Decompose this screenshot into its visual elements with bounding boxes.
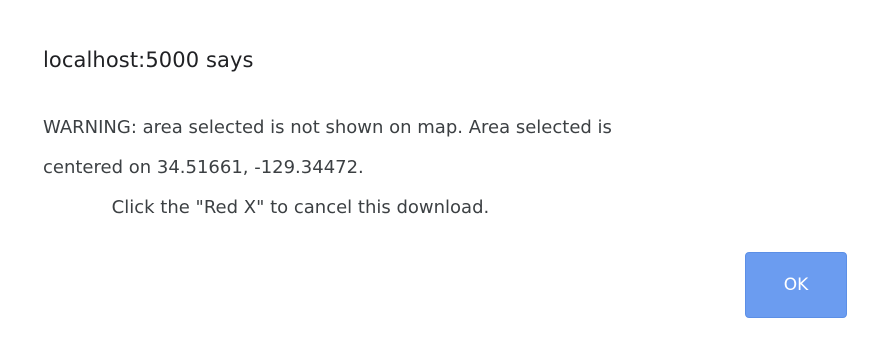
message-line-3: Click the "Red X" to cancel this downloa… (43, 197, 490, 218)
message-line-1: WARNING: area selected is not shown on m… (43, 117, 612, 138)
alert-dialog: localhost:5000 says WARNING: area select… (0, 0, 894, 343)
dialog-message: WARNING: area selected is not shown on m… (43, 108, 833, 228)
message-line-2: centered on 34.51661, -129.34472. (43, 157, 364, 178)
ok-button[interactable]: OK (745, 252, 847, 318)
dialog-title: localhost:5000 says (43, 48, 254, 72)
